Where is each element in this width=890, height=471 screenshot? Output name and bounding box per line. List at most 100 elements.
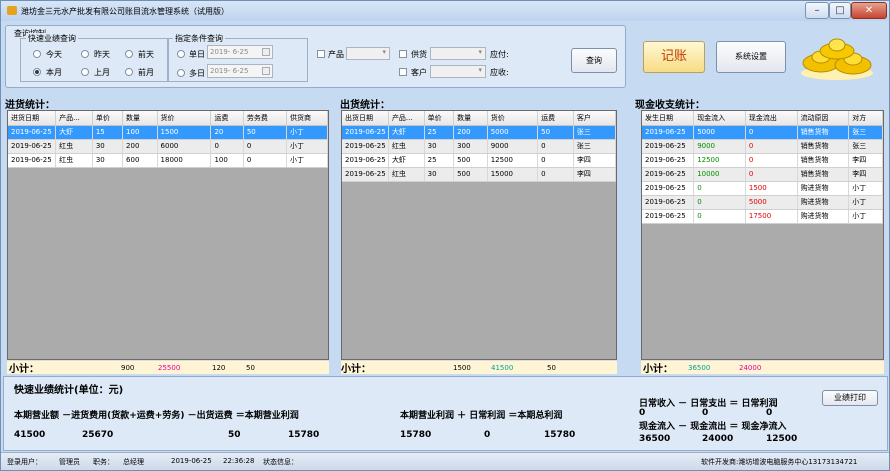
cash-table-row[interactable]: 2019-06-25 5000 0 销售货物 张三 bbox=[642, 125, 883, 140]
cash-col-header[interactable]: 现金流出 bbox=[745, 111, 798, 126]
radio-prev-month[interactable] bbox=[125, 68, 133, 76]
cash-table-row[interactable]: 2019-06-25 10000 0 销售货物 李四 bbox=[642, 167, 883, 182]
cash-col-header[interactable]: 对方 bbox=[848, 111, 883, 126]
sales-cell: 12500 bbox=[487, 153, 539, 168]
settings-button[interactable]: 系统设置 bbox=[716, 41, 786, 73]
sales-col-header[interactable]: 货价 bbox=[487, 111, 539, 126]
purchase-col-header[interactable]: 货价 bbox=[157, 111, 212, 126]
purchase-cell: 大虾 bbox=[55, 125, 93, 140]
cash-table-row[interactable]: 2019-06-25 12500 0 销售货物 李四 bbox=[642, 153, 883, 168]
multi-day-label: 多日 bbox=[189, 69, 205, 78]
calendar-icon[interactable] bbox=[262, 48, 270, 56]
receivable-label: 应收: bbox=[490, 68, 509, 77]
cash-table-row[interactable]: 2019-06-25 0 5000 购进货物 小丁 bbox=[642, 195, 883, 210]
cash-net-inflow: 12500 bbox=[766, 434, 798, 444]
cash-cell: 5000 bbox=[745, 195, 798, 210]
sales-cell: 300 bbox=[453, 139, 488, 154]
cash-table-row[interactable]: 2019-06-25 9000 0 销售货物 张三 bbox=[642, 139, 883, 154]
maximize-button[interactable]: □ bbox=[829, 2, 851, 19]
cash-table-row[interactable]: 2019-06-25 0 17500 购进货物 小丁 bbox=[642, 209, 883, 224]
radio-this-month[interactable] bbox=[33, 68, 41, 76]
cash-cell: 销售货物 bbox=[797, 167, 850, 182]
multi-date-value: 2019- 6-25 bbox=[210, 67, 249, 75]
quick-query-group: 快速业绩查询 今天 昨天 前天 本月 上月 前月 bbox=[20, 33, 168, 82]
sales-cell: 张三 bbox=[573, 125, 616, 140]
purchase-col-header[interactable]: 单价 bbox=[92, 111, 124, 126]
sales-col-header[interactable]: 运费 bbox=[537, 111, 574, 126]
sales-col-header[interactable]: 客户 bbox=[573, 111, 616, 126]
sales-col-header[interactable]: 数量 bbox=[453, 111, 488, 126]
radio-this-month-label: 本月 bbox=[46, 68, 62, 77]
product-select[interactable]: ▾ bbox=[346, 47, 390, 60]
radio-last-month[interactable] bbox=[81, 68, 89, 76]
purchase-table-row[interactable]: 2019-06-25 红虫 30 600 18000 100 0 小丁 bbox=[8, 153, 328, 168]
sales-table: 出货日期 产品... 单价 数量 货价 运费 客户 2019-06-25 大虾 25 200 500… bbox=[342, 111, 616, 182]
radio-multi-day[interactable] bbox=[177, 69, 185, 77]
supplier-checkbox[interactable] bbox=[399, 50, 407, 58]
single-date-value: 2019- 6-25 bbox=[210, 48, 249, 56]
sales-cell: 张三 bbox=[573, 139, 616, 154]
cash-col-header[interactable]: 发生日期 bbox=[642, 111, 695, 126]
customer-select[interactable]: ▾ bbox=[430, 65, 486, 78]
cash-cell: 0 bbox=[745, 139, 798, 154]
cash-col-header[interactable]: 流动原因 bbox=[797, 111, 850, 126]
condition-query-label: 指定条件查询 bbox=[173, 33, 225, 44]
cash-cell: 0 bbox=[745, 125, 798, 140]
purchase-table-row[interactable]: 2019-06-25 红虫 30 200 6000 0 0 小丁 bbox=[8, 139, 328, 154]
sales-table-row[interactable]: 2019-06-25 红虫 30 300 9000 0 张三 bbox=[342, 139, 616, 154]
cash-table: 发生日期 现金流入 现金流出 流动原因 对方 2019-06-25 5000 0 销售货物 张三… bbox=[642, 111, 883, 224]
sales-cell: 2019-06-25 bbox=[342, 139, 389, 154]
cash-table-row[interactable]: 2019-06-25 0 1500 购进货物 小丁 bbox=[642, 181, 883, 196]
sales-cell: 李四 bbox=[573, 153, 616, 168]
minimize-button[interactable]: – bbox=[805, 2, 829, 19]
sales-cell: 30 bbox=[424, 167, 455, 182]
cash-col-header[interactable]: 现金流入 bbox=[693, 111, 746, 126]
sales-col-header[interactable]: 出货日期 bbox=[342, 111, 389, 126]
purchase-col-header[interactable]: 运费 bbox=[210, 111, 244, 126]
window-title: 潍坊金三元水产批发有限公司账目流水管理系统（试用版） bbox=[21, 7, 229, 16]
purchase-col-header[interactable]: 进货日期 bbox=[8, 111, 57, 126]
sales-col-header[interactable]: 产品... bbox=[388, 111, 425, 126]
purchase-cell: 18000 bbox=[157, 153, 212, 168]
radio-day-before[interactable] bbox=[125, 50, 133, 58]
sales-col-header[interactable]: 单价 bbox=[424, 111, 455, 126]
purchase-col-header[interactable]: 劳务费 bbox=[243, 111, 287, 126]
condition-query-group: 指定条件查询 单日 2019- 6-25 多日 2019- 6-25 bbox=[168, 33, 308, 82]
multi-date-picker[interactable]: 2019- 6-25 bbox=[207, 64, 273, 78]
radio-last-month-label: 上月 bbox=[94, 68, 110, 77]
cash-cell: 10000 bbox=[693, 167, 746, 182]
sales-cell: 2019-06-25 bbox=[342, 125, 389, 140]
query-button[interactable]: 查询 bbox=[571, 48, 617, 73]
purchase-col-header[interactable]: 产品... bbox=[55, 111, 93, 126]
radio-today[interactable] bbox=[33, 50, 41, 58]
radio-single-day[interactable] bbox=[177, 50, 185, 58]
purchase-table-row[interactable]: 2019-06-25 大虾 15 100 1500 20 50 小丁 bbox=[8, 125, 328, 140]
print-button[interactable]: 业绩打印 bbox=[822, 390, 878, 406]
single-date-picker[interactable]: 2019- 6-25 bbox=[207, 45, 273, 59]
ledger-button[interactable]: 记账 bbox=[643, 41, 705, 73]
sales-cell: 2019-06-25 bbox=[342, 153, 389, 168]
purchase-col-header[interactable]: 供货商 bbox=[286, 111, 328, 126]
cash-grid[interactable]: 发生日期 现金流入 现金流出 流动原因 对方 2019-06-25 5000 0 销售货物 张三… bbox=[641, 110, 884, 360]
sales-grid[interactable]: 出货日期 产品... 单价 数量 货价 运费 客户 2019-06-25 大虾 25 200 500… bbox=[341, 110, 617, 360]
cash-cell: 0 bbox=[745, 153, 798, 168]
close-button[interactable]: ✕ bbox=[851, 2, 887, 19]
purchase-grid[interactable]: 进货日期 产品... 单价 数量 货价 运费 劳务费 供货商 2019-06-25 大虾 15 10… bbox=[7, 110, 329, 360]
customer-checkbox[interactable] bbox=[399, 68, 407, 76]
radio-yesterday[interactable] bbox=[81, 50, 89, 58]
product-checkbox[interactable] bbox=[317, 50, 325, 58]
cash-cell: 张三 bbox=[848, 125, 883, 140]
cash-cell: 0 bbox=[693, 181, 746, 196]
sales-table-row[interactable]: 2019-06-25 大虾 25 500 12500 0 李四 bbox=[342, 153, 616, 168]
supplier-select[interactable]: ▾ bbox=[430, 47, 486, 60]
purchase-col-header[interactable]: 数量 bbox=[122, 111, 158, 126]
purchase-cell: 2019-06-25 bbox=[8, 153, 57, 168]
sales-table-row[interactable]: 2019-06-25 大虾 25 200 5000 50 张三 bbox=[342, 125, 616, 140]
purchase-sum-price: 25500 bbox=[158, 364, 181, 372]
calendar-icon[interactable] bbox=[262, 67, 270, 75]
purchase-cell: 红虫 bbox=[55, 153, 93, 168]
cash-cell: 小丁 bbox=[848, 209, 883, 224]
cash-cell: 2019-06-25 bbox=[642, 181, 695, 196]
sales-table-row[interactable]: 2019-06-25 红虫 30 500 15000 0 李四 bbox=[342, 167, 616, 182]
cash-cell: 2019-06-25 bbox=[642, 167, 695, 182]
